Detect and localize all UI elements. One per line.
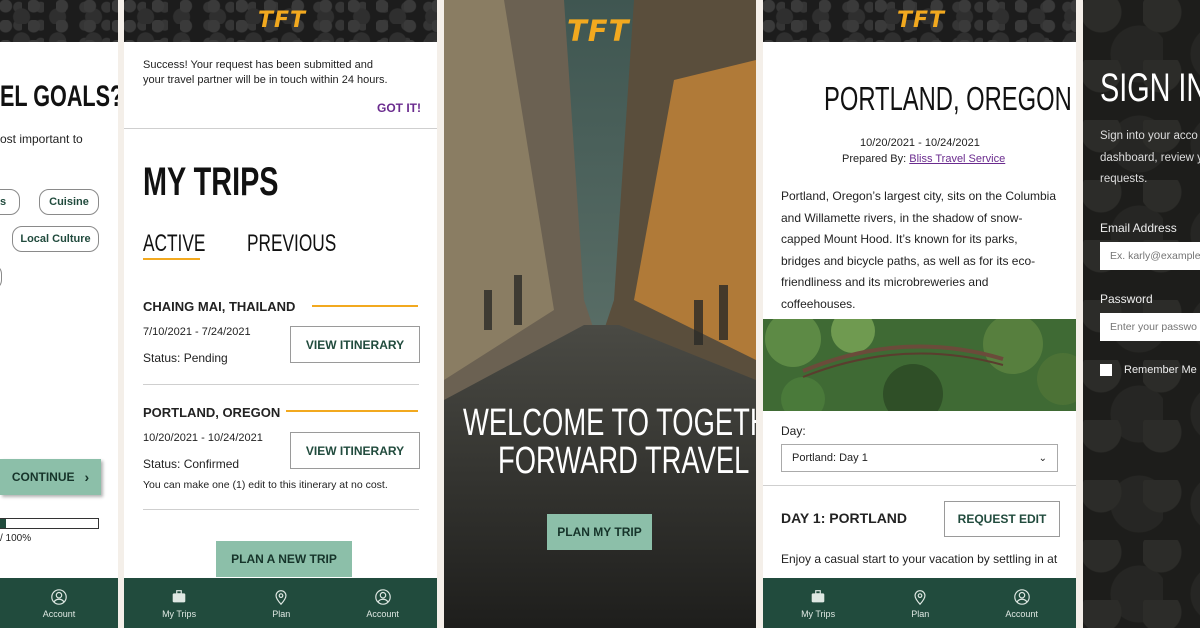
- bottom-nav: My Trips Plan Account: [124, 578, 437, 628]
- view-itinerary-button[interactable]: VIEW ITINERARY: [290, 432, 420, 469]
- email-label: Email Address: [1100, 221, 1177, 235]
- map-pin-icon: [914, 589, 926, 605]
- suitcase-icon: [811, 589, 825, 602]
- goals-screen: EL GOALS? ost important to ss Cuisine Lo…: [0, 0, 118, 628]
- chip-partial[interactable]: [0, 264, 2, 290]
- progress-text: / 100%: [0, 533, 32, 544]
- day-label: Day:: [781, 424, 806, 438]
- divider: [763, 485, 1076, 486]
- account-icon: [374, 588, 391, 605]
- account-icon: [51, 588, 67, 605]
- day-heading: DAY 1: PORTLAND: [781, 510, 908, 526]
- suitcase-icon: [172, 589, 186, 602]
- plan-new-trip-button[interactable]: PLAN A NEW TRIP: [216, 541, 352, 577]
- nav-my-trips[interactable]: My Trips: [801, 588, 835, 619]
- agency-link[interactable]: Bliss Travel Service: [909, 153, 1005, 165]
- trip-status: Status: Pending: [143, 351, 228, 365]
- view-itinerary-button[interactable]: VIEW ITINERARY: [290, 326, 420, 363]
- page-title: PORTLAND, OREGON: [824, 80, 1072, 117]
- progress-fill: [0, 519, 6, 528]
- nav-account[interactable]: Account: [43, 588, 75, 619]
- trip-name: CHAING MAI, THAILAND: [143, 299, 296, 314]
- tab-previous[interactable]: PREVIOUS: [247, 230, 336, 258]
- progress-bar: [0, 518, 99, 529]
- goals-subtext: ost important to: [0, 132, 83, 146]
- trip-accent-line: [312, 305, 418, 307]
- edit-note: You can make one (1) edit to this itiner…: [143, 479, 388, 491]
- trip-dates: 7/10/2021 - 7/24/2021: [143, 326, 251, 338]
- remember-checkbox[interactable]: [1100, 364, 1112, 376]
- password-label: Password: [1100, 292, 1153, 306]
- tab-active[interactable]: ACTIVE: [143, 230, 205, 258]
- bottom-nav: My Trips Plan Account: [763, 578, 1076, 628]
- nav-my-trips[interactable]: My Trips: [162, 588, 196, 619]
- bridge-photo: [763, 319, 1076, 411]
- day-description: Enjoy a casual start to your vacation by…: [781, 552, 1058, 566]
- welcome-screen: TFT WELCOME TO TOGETHER FORWARD TRAVEL P…: [444, 0, 756, 628]
- chip-cuisine[interactable]: Cuisine: [39, 189, 99, 215]
- trip-accent-line: [286, 410, 418, 412]
- trip-dates: 10/20/2021 - 10/24/2021: [860, 137, 980, 149]
- trip-dates: 10/20/2021 - 10/24/2021: [143, 432, 263, 444]
- got-it-button[interactable]: GOT IT!: [377, 101, 421, 115]
- nav-account[interactable]: Account: [366, 588, 399, 619]
- tab-active-underline: [143, 258, 200, 260]
- remember-label: Remember Me: [1124, 364, 1197, 376]
- bottom-nav: Account: [0, 578, 118, 628]
- account-icon: [1013, 588, 1030, 605]
- nav-plan[interactable]: Plan: [272, 588, 290, 619]
- page-title: MY TRIPS: [143, 160, 279, 204]
- prepared-by: Prepared By: Bliss Travel Service: [842, 153, 1006, 165]
- city-description: Portland, Oregon’s largest city, sits on…: [781, 189, 1057, 311]
- chip-local-culture[interactable]: Local Culture: [12, 226, 99, 252]
- header-texture: [0, 0, 118, 42]
- welcome-headline-2: FORWARD TRAVEL: [498, 440, 750, 482]
- page-title: SIGN IN: [1100, 66, 1200, 110]
- chevron-right-icon: ›: [84, 469, 90, 485]
- success-message: Success! Your request has been submitted…: [143, 59, 388, 86]
- divider: [143, 509, 419, 510]
- continue-button[interactable]: CONTINUE ›: [0, 459, 101, 495]
- request-edit-button[interactable]: REQUEST EDIT: [944, 501, 1060, 537]
- trips-screen: TFT Success! Your request has been submi…: [124, 0, 437, 628]
- password-field[interactable]: [1100, 313, 1200, 341]
- day-select[interactable]: Portland: Day 1 ⌄: [781, 444, 1058, 472]
- tft-logo: TFT: [567, 14, 630, 48]
- chip-first[interactable]: ss: [0, 189, 20, 215]
- chevron-down-icon: ⌄: [1038, 452, 1047, 464]
- trip-name: PORTLAND, OREGON: [143, 405, 281, 420]
- nav-account[interactable]: Account: [1005, 588, 1038, 619]
- divider: [143, 384, 419, 385]
- trip-status: Status: Confirmed: [143, 457, 240, 471]
- divider: [124, 128, 437, 129]
- tft-logo: TFT: [897, 8, 946, 33]
- signin-screen: SIGN IN Sign into your acco dashboard, r…: [1083, 0, 1200, 628]
- tft-logo: TFT: [258, 8, 307, 33]
- signin-intro: Sign into your acco dashboard, review y …: [1100, 130, 1200, 185]
- welcome-headline-1: WELCOME TO TOGETHER: [463, 402, 756, 444]
- map-pin-icon: [275, 589, 287, 605]
- goals-heading: EL GOALS?: [0, 80, 118, 113]
- nav-plan[interactable]: Plan: [911, 588, 929, 619]
- itinerary-screen: TFT PORTLAND, OREGON 10/20/2021 - 10/24/…: [763, 0, 1076, 628]
- plan-my-trip-button[interactable]: PLAN MY TRIP: [547, 514, 652, 550]
- email-field[interactable]: [1100, 242, 1200, 270]
